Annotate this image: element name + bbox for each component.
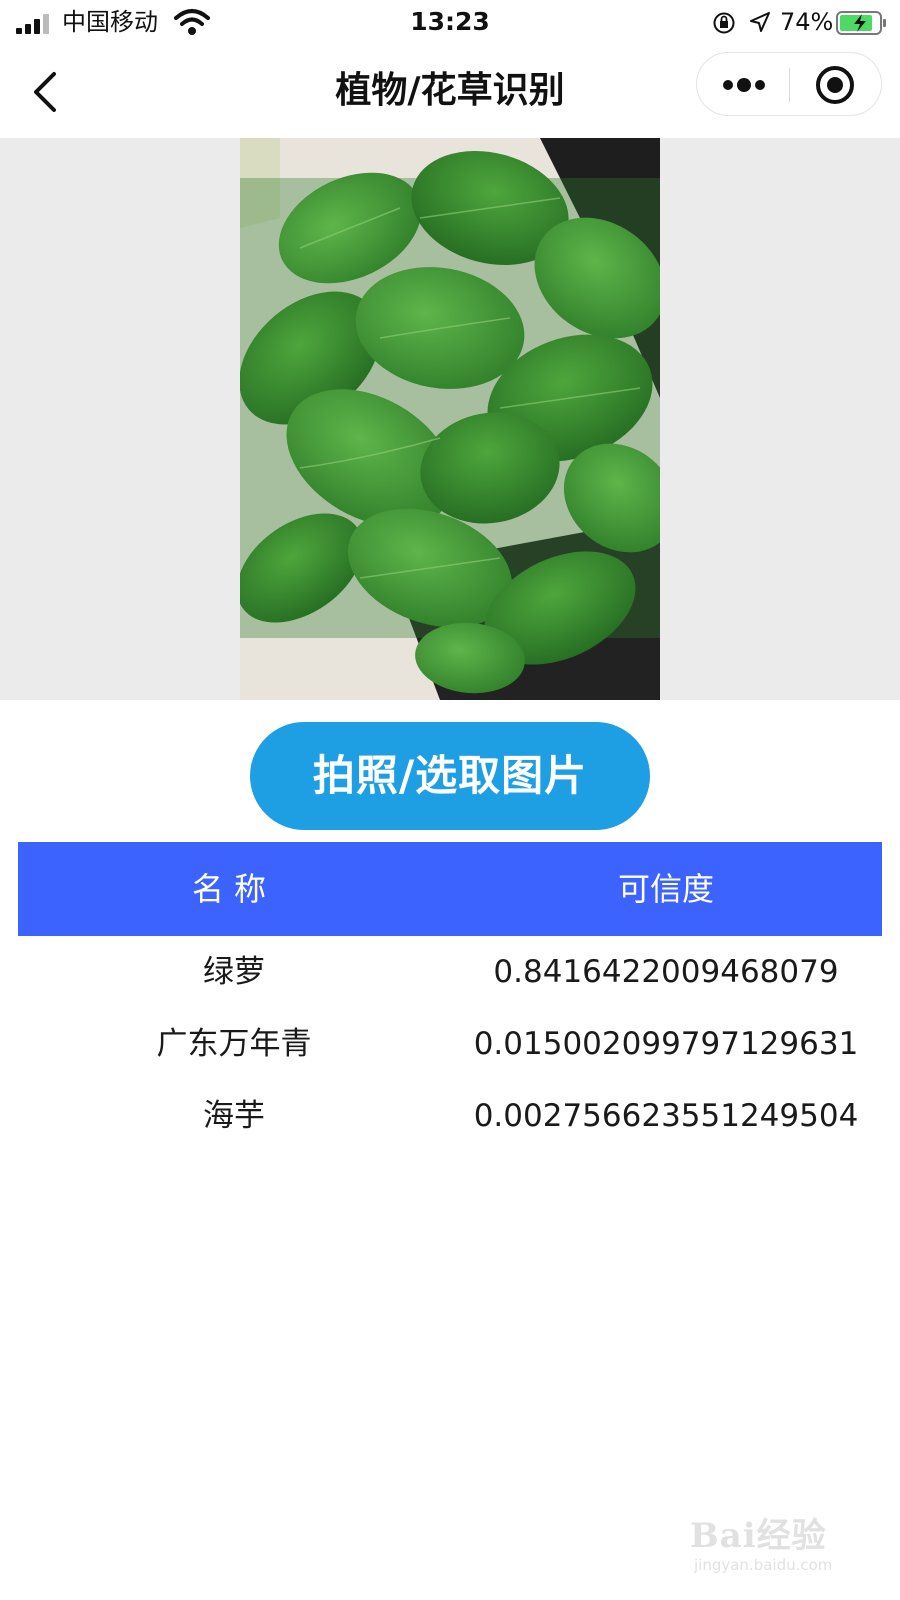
navigation-bar: 植物/花草识别 — [0, 46, 900, 138]
more-icon[interactable] — [707, 53, 781, 115]
result-confidence: 0.015002099797129631 — [473, 1026, 859, 1062]
image-preview-area — [0, 138, 900, 700]
capsule-divider — [789, 68, 790, 102]
results-table-header: 名称 可信度 — [18, 842, 882, 936]
plant-photo — [240, 138, 660, 700]
orientation-lock-icon — [713, 12, 735, 34]
watermark-brand: Bai经验 — [690, 1516, 827, 1556]
baidu-watermark: Bai经验 jingyan.baidu.com — [690, 1500, 870, 1580]
table-row: 绿萝 0.8416422009468079 — [18, 936, 882, 1008]
location-icon — [750, 12, 770, 32]
result-name: 广东万年青 — [156, 1026, 312, 1062]
status-bar: 中国移动 13:23 74% — [0, 0, 900, 46]
watermark-url: jingyan.baidu.com — [694, 1556, 833, 1574]
result-name: 绿萝 — [203, 954, 265, 990]
header-confidence: 可信度 — [617, 870, 714, 908]
battery-charging-icon — [836, 11, 886, 35]
take-photo-button[interactable]: 拍照/选取图片 — [250, 722, 650, 830]
menu-capsule — [696, 52, 882, 116]
close-target-icon[interactable] — [797, 53, 877, 115]
table-row: 海芋 0.002756623551249504 — [18, 1080, 882, 1152]
result-confidence: 0.002756623551249504 — [473, 1098, 859, 1134]
battery-percent: 74% — [780, 8, 834, 36]
result-confidence: 0.8416422009468079 — [493, 954, 839, 990]
result-name: 海芋 — [203, 1098, 265, 1134]
header-name: 名称 — [191, 870, 276, 908]
results-table-body: 绿萝 0.8416422009468079 广东万年青 0.0150020997… — [18, 936, 882, 1152]
table-row: 广东万年青 0.015002099797129631 — [18, 1008, 882, 1080]
